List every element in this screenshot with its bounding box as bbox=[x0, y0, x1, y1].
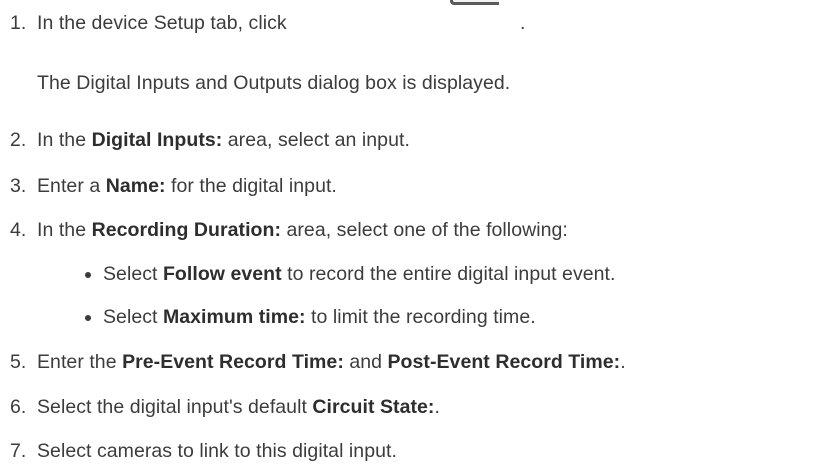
step-number: 4. bbox=[10, 219, 27, 241]
step-number: 7. bbox=[10, 440, 27, 462]
bullet-icon bbox=[85, 272, 91, 278]
step-text: Select cameras to link to this digital i… bbox=[37, 440, 397, 462]
option-text: Select Maximum time: to limit the record… bbox=[103, 306, 536, 328]
step-number: 5. bbox=[10, 351, 27, 373]
bullet-icon bbox=[85, 315, 91, 321]
step-trailing: . bbox=[520, 12, 526, 34]
option-text: Select Follow event to record the entire… bbox=[103, 263, 616, 285]
instruction-document: 1. In the device Setup tab, click . The … bbox=[0, 0, 821, 468]
step-number: 3. bbox=[10, 175, 27, 197]
step-number: 2. bbox=[10, 129, 27, 151]
step-number: 1. bbox=[10, 12, 27, 34]
step-text: Select the digital input's default Circu… bbox=[37, 396, 440, 418]
dialog-button-icon bbox=[450, 0, 499, 5]
step-text: In the Recording Duration: area, select … bbox=[37, 219, 568, 241]
step-number: 6. bbox=[10, 396, 27, 418]
step-text: In the Digital Inputs: area, select an i… bbox=[37, 129, 410, 151]
step-text: In the device Setup tab, click bbox=[37, 12, 287, 34]
step-text: Enter the Pre-Event Record Time: and Pos… bbox=[37, 351, 626, 373]
step-result-text: The Digital Inputs and Outputs dialog bo… bbox=[37, 72, 511, 94]
step-text: Enter a Name: for the digital input. bbox=[37, 175, 337, 197]
